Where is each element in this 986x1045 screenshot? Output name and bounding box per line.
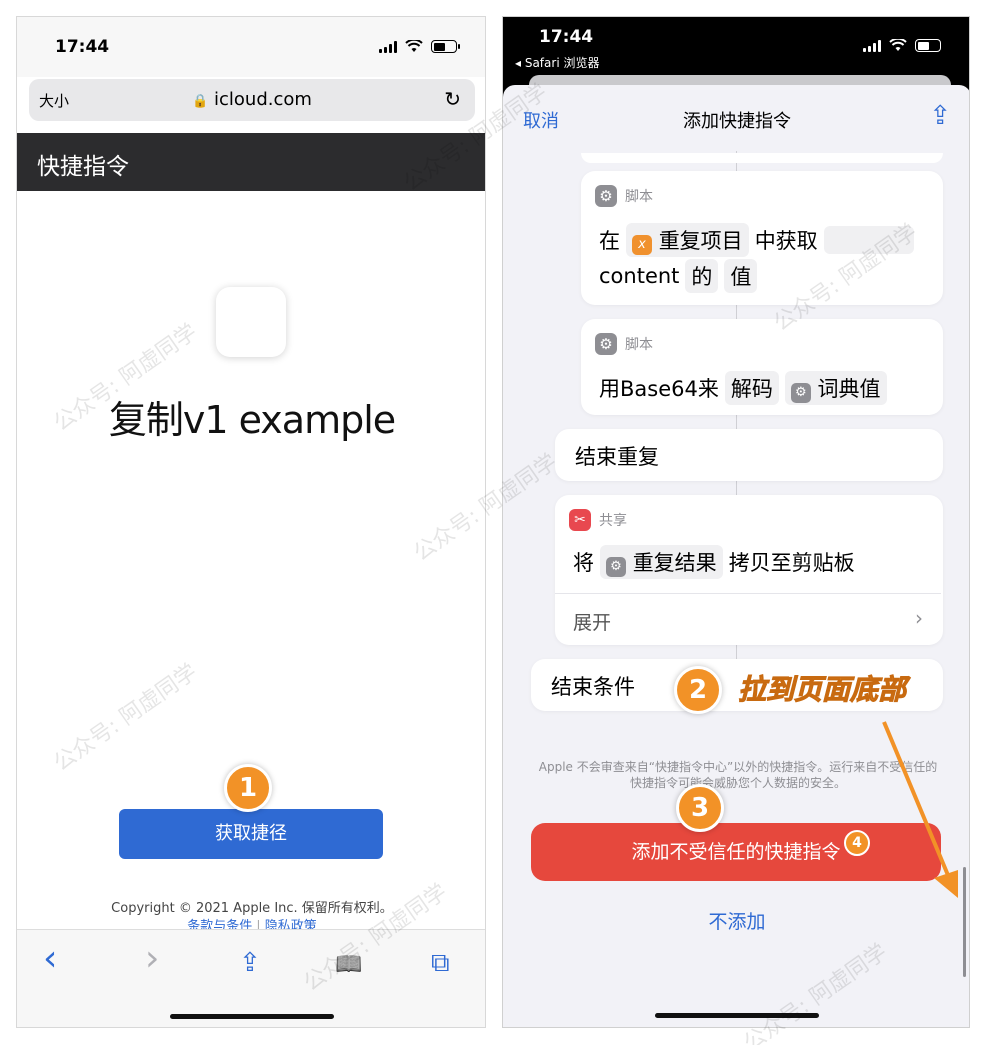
guide-arrow-icon bbox=[882, 721, 958, 898]
screenshot-stage: 17:44 大小 🔒 icloud.com ↻ 快捷指令 复制v1 exampl… bbox=[0, 0, 986, 1045]
step-4-badge: 4 bbox=[844, 830, 870, 856]
step-1-badge: 1 bbox=[224, 764, 272, 812]
step-3-badge: 3 bbox=[676, 784, 724, 832]
scroll-to-bottom-callout: 拉到页面底部 bbox=[737, 673, 907, 707]
step-2-badge: 2 bbox=[674, 666, 722, 714]
